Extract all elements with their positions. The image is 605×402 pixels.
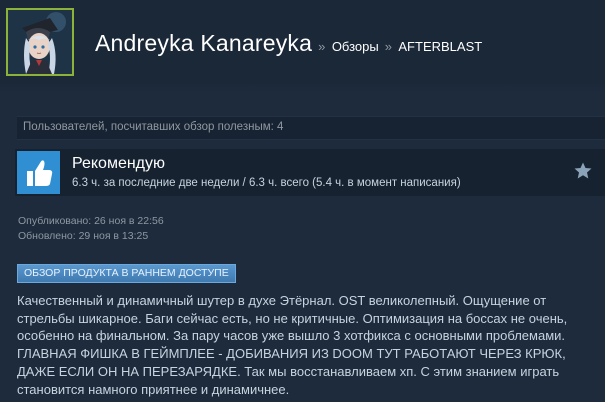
review-content: Пользователей, посчитавших обзор полезны… (0, 92, 605, 402)
avatar-image (8, 10, 72, 74)
breadcrumb-separator: » (384, 39, 392, 54)
review-text-line: ДАЖЕ ЕСЛИ ОН НА ПЕРЕЗАРЯДКЕ. Так мы восс… (17, 363, 560, 379)
review-text-line: стрельбы шикарное. Баги сейчас есть, но … (17, 310, 568, 326)
review-text-line: особенно на финальном. За пару часов уже… (17, 328, 566, 344)
profile-header: Andreyka Kanareyka » Обзоры » AFTERBLAST (0, 0, 605, 92)
playtime-text: 6.3 ч. за последние две недели / 6.3 ч. … (72, 177, 461, 189)
review-text-line: ГЛАВНАЯ ФИШКА В ГЕЙМПЛЕЕ - ДОБИВАНИЯ ИЗ … (17, 346, 566, 362)
posted-date: Опубликовано: 26 ноя в 22:56 (18, 215, 164, 227)
breadcrumb: Andreyka Kanareyka » Обзоры » AFTERBLAST (95, 30, 482, 57)
review-body: Качественный и динамичный шутер в духе Э… (17, 292, 602, 398)
review-dates: Опубликовано: 26 ноя в 22:56 Обновлено: … (18, 214, 164, 244)
recommendation-title: Рекомендую (72, 155, 166, 172)
recommendation-box: Рекомендую 6.3 ч. за последние две недел… (15, 149, 605, 196)
breadcrumb-separator: » (318, 39, 326, 54)
thumbs-up-icon (17, 151, 60, 194)
avatar[interactable] (6, 8, 74, 76)
profile-name-link[interactable]: Andreyka Kanareyka (95, 30, 312, 56)
breadcrumb-reviews-link[interactable]: Обзоры (332, 39, 379, 54)
helpful-bar: Пользователей, посчитавших обзор полезны… (17, 116, 605, 140)
breadcrumb-game-link[interactable]: AFTERBLAST (398, 39, 482, 54)
early-access-badge: ОБЗОР ПРОДУКТА В РАННЕМ ДОСТУПЕ (17, 264, 236, 283)
updated-date: Обновлено: 29 ноя в 13:25 (18, 230, 149, 242)
review-text-line: становится намного приятнее и динамичнее… (17, 381, 290, 397)
helpful-count-text: Пользователей, посчитавших обзор полезны… (23, 121, 284, 133)
star-icon[interactable] (573, 161, 593, 181)
review-text-line: Качественный и динамичный шутер в духе Э… (17, 293, 547, 308)
header-gradient (0, 82, 605, 92)
